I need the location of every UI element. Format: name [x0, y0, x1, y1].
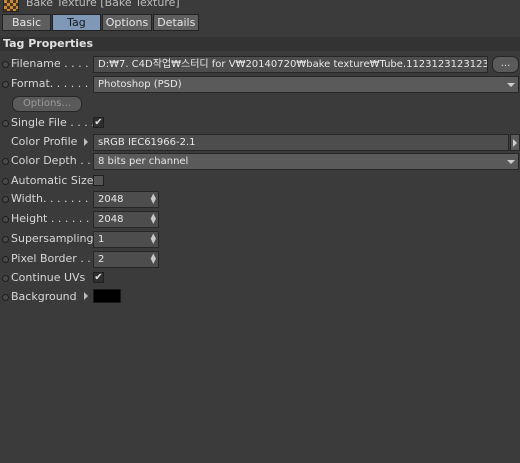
supersampling-label: Supersampling — [11, 232, 94, 245]
pixel-border-row: Pixel Border . . 2 ▲ ▼ — [0, 251, 520, 269]
bake-texture-tag-icon — [3, 0, 19, 12]
expand-arrow-icon[interactable] — [84, 138, 88, 146]
height-input[interactable]: 2048 ▲ ▼ — [93, 211, 159, 228]
tab-details[interactable]: Details — [153, 14, 200, 31]
filename-input[interactable]: D:₩7. C4D작업₩스터디 for V₩20140720₩bake text… — [93, 56, 488, 73]
animation-key-icon[interactable] — [2, 120, 9, 127]
window-titlebar: Bake Texture [Bake Texture] — [0, 0, 520, 12]
color-depth-row: Color Depth . . 8 bits per channel — [0, 153, 520, 171]
width-input[interactable]: 2048 ▲ ▼ — [93, 191, 159, 208]
width-label: Width. . . . . . . . — [11, 192, 96, 205]
color-profile-label: Color Profile — [11, 135, 78, 148]
color-depth-label: Color Depth . . — [11, 154, 91, 167]
animation-key-icon[interactable] — [2, 158, 9, 165]
animation-key-icon[interactable] — [2, 178, 9, 185]
animation-key-icon[interactable] — [2, 81, 9, 88]
section-title-tag-properties: Tag Properties — [0, 37, 520, 51]
format-label: Format. . . . . . . — [11, 77, 96, 90]
format-row: Format. . . . . . . Photoshop (PSD) — [0, 76, 520, 94]
tab-tag[interactable]: Tag — [52, 14, 101, 31]
animation-key-icon[interactable] — [2, 275, 9, 282]
continue-uvs-checkbox[interactable]: ✔ — [93, 272, 104, 283]
format-dropdown[interactable]: Photoshop (PSD) — [93, 76, 519, 93]
spin-arrows-icon[interactable]: ▲ ▼ — [151, 193, 156, 205]
pixel-border-label: Pixel Border . . — [11, 252, 91, 265]
continue-uvs-label: Continue UVs — [11, 271, 86, 284]
window-title: Bake Texture [Bake Texture] — [26, 0, 180, 9]
single-file-checkbox[interactable]: ✔ — [93, 117, 104, 128]
height-value: 2048 — [98, 214, 124, 225]
supersampling-row: Supersampling 1 ▲ ▼ — [0, 231, 520, 249]
arrow-right-icon — [513, 139, 517, 147]
supersampling-value: 1 — [98, 234, 105, 245]
continue-uvs-row: Continue UVs ✔ — [0, 270, 520, 288]
browse-button[interactable]: ... — [492, 56, 519, 73]
color-profile-row: Color Profile sRGB IEC61966-2.1 — [0, 134, 520, 152]
height-row: Height . . . . . . . 2048 ▲ ▼ — [0, 211, 520, 229]
tab-options[interactable]: Options — [101, 14, 153, 31]
pixel-border-input[interactable]: 2 ▲ ▼ — [93, 251, 159, 268]
supersampling-input[interactable]: 1 ▲ ▼ — [93, 231, 159, 248]
color-depth-value: 8 bits per channel — [98, 156, 189, 167]
tab-basic[interactable]: Basic — [2, 14, 52, 31]
filename-label: Filename . . . . . — [11, 57, 96, 70]
color-profile-menu-button[interactable] — [510, 134, 520, 151]
width-row: Width. . . . . . . . 2048 ▲ ▼ — [0, 191, 520, 209]
background-row: Background — [0, 289, 520, 307]
expand-arrow-icon[interactable] — [84, 292, 88, 300]
color-profile-field[interactable]: sRGB IEC61966-2.1 — [93, 134, 509, 151]
spin-arrows-icon[interactable]: ▲ ▼ — [151, 213, 156, 225]
chevron-down-icon — [507, 160, 515, 164]
automatic-size-checkbox[interactable] — [93, 175, 104, 186]
format-value: Photoshop (PSD) — [98, 79, 182, 90]
width-value: 2048 — [98, 194, 124, 205]
single-file-row: Single File . . . . ✔ — [0, 115, 520, 133]
automatic-size-row: Automatic Size — [0, 173, 520, 191]
animation-key-icon[interactable] — [2, 216, 9, 223]
animation-key-icon[interactable] — [2, 294, 9, 301]
background-color-swatch[interactable] — [93, 289, 121, 303]
automatic-size-label: Automatic Size — [11, 174, 94, 187]
animation-key-icon[interactable] — [2, 196, 9, 203]
height-label: Height . . . . . . . — [11, 212, 97, 225]
animation-key-icon[interactable] — [2, 61, 9, 68]
spin-arrows-icon[interactable]: ▲ ▼ — [151, 233, 156, 245]
options-button[interactable]: Options... — [12, 96, 82, 112]
color-depth-dropdown[interactable]: 8 bits per channel — [93, 153, 519, 170]
background-label: Background — [11, 290, 77, 303]
animation-key-icon[interactable] — [2, 236, 9, 243]
single-file-label: Single File . . . . — [11, 116, 95, 129]
spin-arrows-icon[interactable]: ▲ ▼ — [151, 253, 156, 265]
chevron-down-icon — [507, 83, 515, 87]
filename-row: Filename . . . . . D:₩7. C4D작업₩스터디 for V… — [0, 56, 520, 74]
tab-bar: Basic Tag Options Details — [2, 14, 200, 31]
animation-key-icon[interactable] — [2, 256, 9, 263]
pixel-border-value: 2 — [98, 254, 105, 265]
